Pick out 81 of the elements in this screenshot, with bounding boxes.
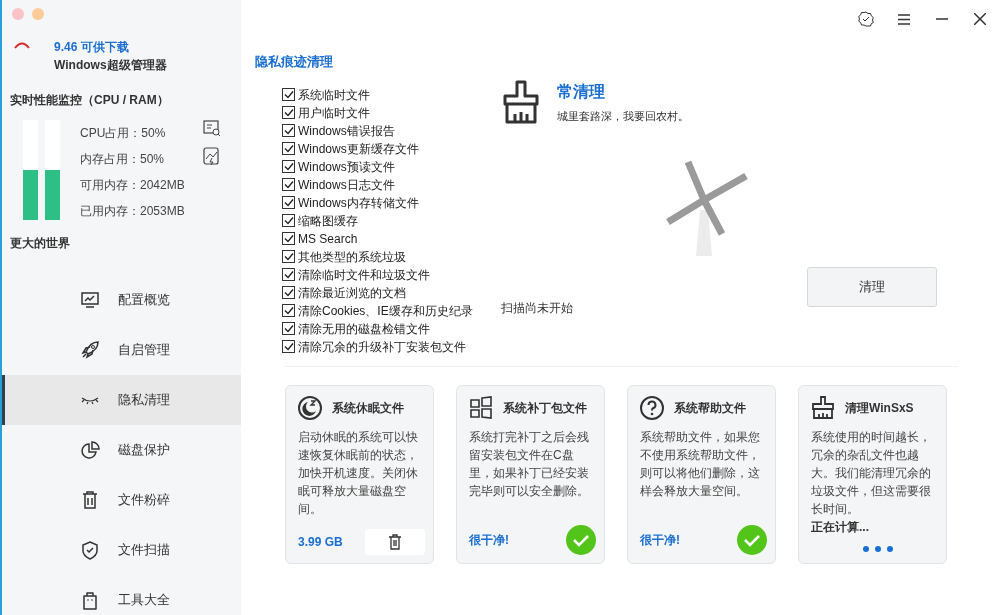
card-description: 系统帮助文件，如果您不使用系统帮助文件，则可以将他们删除，这样会释放大量空间。 [640, 428, 761, 500]
checkbox[interactable] [282, 322, 295, 335]
loading-dots-icon [863, 546, 893, 553]
checklist-item[interactable]: MS Search [282, 229, 473, 248]
monitor-chart-icon [80, 290, 100, 310]
checkbox[interactable] [282, 286, 295, 299]
sidebar-item[interactable]: 自启管理 [2, 325, 241, 375]
section-heading: 更大的世界 [10, 235, 71, 252]
checkbox[interactable] [282, 124, 295, 137]
card-description: 系统使用的时间越长，冗余的杂乱文件也越大。我们能清理冗余的垃圾文件，但这需要很长时间。 [811, 428, 932, 518]
checklist-item[interactable]: 清除最近浏览的文档 [282, 283, 473, 302]
success-check-icon [737, 524, 767, 555]
badge-check-icon[interactable] [855, 8, 877, 30]
windows-grid-icon [469, 395, 493, 420]
broom-icon [811, 395, 835, 420]
sidebar-item[interactable]: 工具大全 [2, 575, 241, 615]
checkbox[interactable] [282, 340, 295, 353]
checkbox[interactable] [282, 142, 295, 155]
checkbox[interactable] [282, 250, 295, 263]
stat-label: 内存占用：50% [80, 151, 166, 168]
card-description: 启动休眠的系统可以快速恢复休眠前的状态，加快开机速度。关闭休眠可释放大量磁盘空间。 [298, 428, 419, 518]
sidebar-item[interactable]: 文件扫描 [2, 525, 241, 575]
sidebar-item[interactable]: 磁盘保护 [2, 425, 241, 475]
checklist-item[interactable]: Windows错误报告 [282, 121, 473, 140]
checklist-item[interactable]: Windows更新缓存文件 [282, 139, 473, 158]
checklist-item[interactable]: Windows日志文件 [282, 175, 473, 194]
checkbox[interactable] [282, 268, 295, 281]
pie-chart-icon [80, 440, 100, 460]
checkbox[interactable] [282, 214, 295, 227]
scan-status: 扫描尚未开始 [500, 300, 573, 317]
clean-button[interactable]: 清理 [806, 267, 937, 307]
trash-icon [80, 490, 100, 510]
bag-icon [80, 590, 100, 610]
success-check-icon [566, 524, 596, 555]
checkbox[interactable] [282, 160, 295, 173]
checkbox[interactable] [282, 178, 295, 191]
checklist-item[interactable]: 清除无用的磁盘检错文件 [282, 319, 473, 338]
hero-subtitle: 城里套路深，我要回农村。 [556, 108, 689, 124]
checkbox[interactable] [282, 88, 295, 101]
checklist-item[interactable]: Windows预读文件 [282, 157, 473, 176]
version-notice[interactable]: 9.46 可供下载 [54, 38, 167, 56]
stat-label: 已用内存：2053MB [80, 203, 185, 220]
card-title: 系统休眠文件 [332, 399, 404, 417]
status-text: 很干净! [640, 531, 680, 549]
sidebar-item[interactable]: 文件粉碎 [2, 475, 241, 525]
page-title: 隐私痕迹清理 [255, 53, 334, 71]
card-title: 系统补丁包文件 [503, 399, 587, 417]
stat-label: CPU占用：50% [80, 125, 167, 142]
delete-button[interactable] [365, 528, 425, 555]
checklist-item[interactable]: 清除Cookies、IE缓存和历史纪录 [282, 301, 473, 320]
card-title: 清理WinSxS [845, 399, 914, 417]
checklist-item[interactable]: 清除冗余的升级补丁安装包文件 [282, 337, 473, 356]
chart-lightning-icon[interactable] [202, 147, 220, 166]
app-name: Windows超级管理器 [54, 57, 167, 74]
checklist-item[interactable]: 缩略图缓存 [282, 211, 473, 230]
checklist-item[interactable]: 其他类型的系统垃圾 [282, 247, 473, 266]
checklist-item[interactable]: 清除临时文件和垃圾文件 [282, 265, 473, 284]
checklist-item[interactable]: 用户临时文件 [282, 103, 473, 122]
sidebar-item[interactable]: 配置概览 [2, 275, 241, 325]
checkbox[interactable] [282, 232, 295, 245]
sidebar-item[interactable]: 隐私清理 [2, 375, 241, 425]
card-description: 系统打完补丁之后会残留安装包文件在C盘里，如果补丁已经安装完毕则可以安全删除。 [469, 428, 590, 500]
moon-icon [298, 395, 322, 420]
monitor-title: 实时性能监控（CPU / RAM） [10, 92, 170, 109]
logo-arc-icon [14, 41, 30, 49]
report-search-icon[interactable] [202, 120, 221, 137]
rocket-icon [80, 340, 100, 360]
status-text: 正在计算... [811, 518, 870, 536]
stat-label: 可用内存：2042MB [80, 177, 185, 194]
checklist-item[interactable]: Windows内存转储文件 [282, 193, 473, 212]
checkbox[interactable] [282, 304, 295, 317]
status-text: 很干净! [469, 531, 509, 549]
trash-icon [388, 533, 402, 550]
checkbox[interactable] [282, 196, 295, 209]
checklist-item[interactable]: 系统临时文件 [282, 85, 473, 104]
hero-title: 常清理 [556, 81, 606, 102]
size-value: 3.99 GB [298, 533, 343, 551]
card-title: 系统帮助文件 [674, 399, 746, 417]
checkbox[interactable] [282, 106, 295, 119]
help-icon [640, 395, 664, 420]
shield-check-icon [80, 540, 100, 560]
